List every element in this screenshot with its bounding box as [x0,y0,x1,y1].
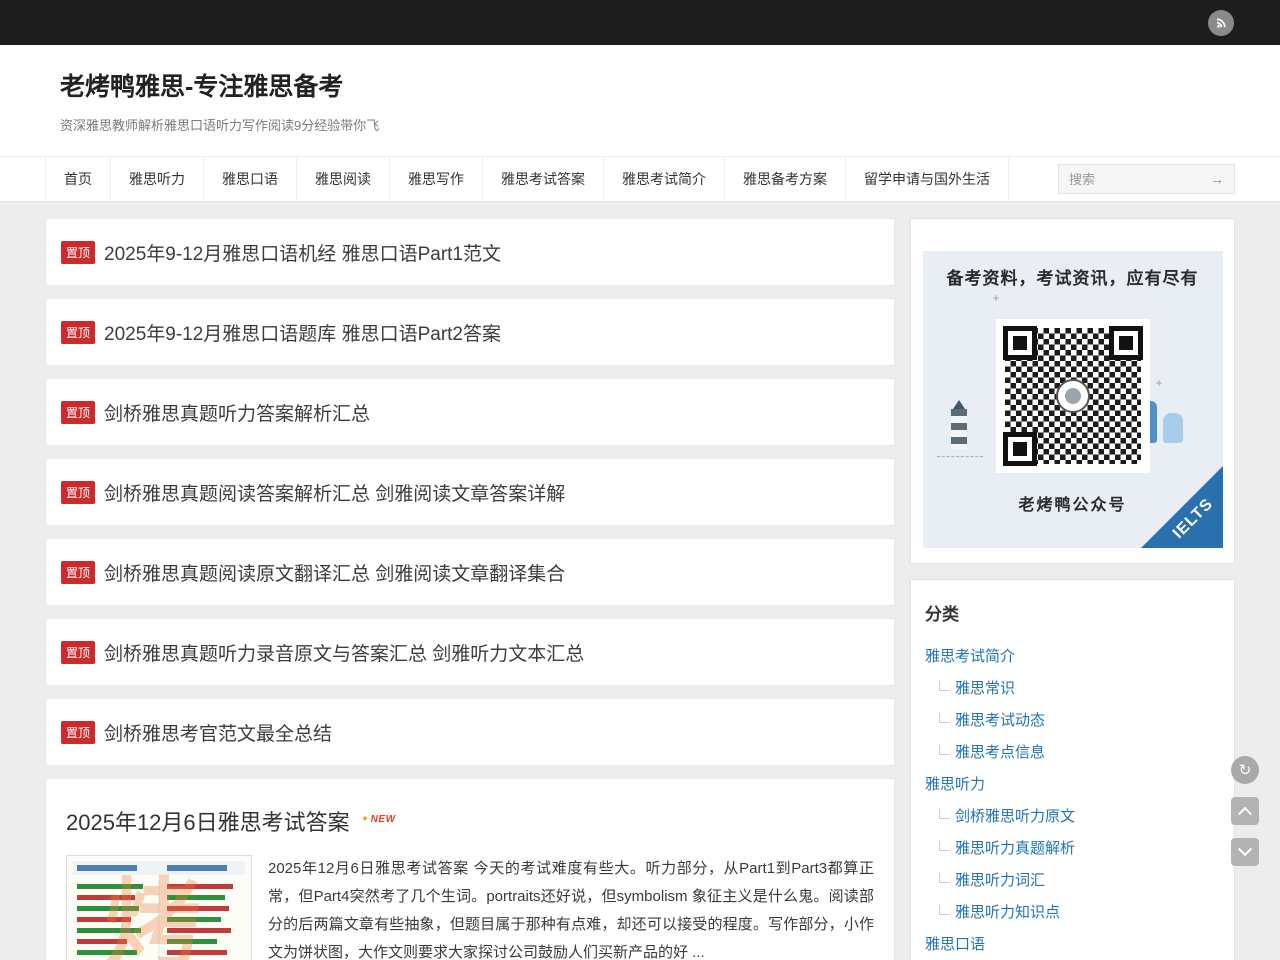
sparkle-decoration: + [1155,376,1162,390]
category-link[interactable]: 剑桥雅思听力原文 [955,801,1075,833]
nav-item-writing[interactable]: 雅思写作 [389,157,482,201]
main-navigation: 首页 雅思听力 雅思口语 雅思阅读 雅思写作 雅思考试答案 雅思考试简介 雅思备… [0,156,1280,202]
sticky-post-title[interactable]: 剑桥雅思真题听力答案解析汇总 [104,399,370,426]
category-link[interactable]: 雅思考试简介 [925,641,1015,673]
categories-widget: 分类 雅思考试简介 雅思常识 雅思考试动态 雅思考点信息 雅思听力 剑桥雅思听力… [910,579,1235,960]
scroll-down-icon[interactable] [1231,838,1259,866]
nav-item-answers[interactable]: 雅思考试答案 [482,157,603,201]
rss-icon[interactable] [1208,10,1234,36]
nav-item-listening[interactable]: 雅思听力 [110,157,203,201]
sticky-post-card: 置顶 剑桥雅思真题听力录音原文与答案汇总 剑雅听力文本汇总 [45,618,895,686]
main-column: 置顶 2025年9-12月雅思口语机经 雅思口语Part1范文 置顶 2025年… [45,218,895,960]
qr-center-logo [1056,379,1090,413]
nav-item-reading[interactable]: 雅思阅读 [296,157,389,201]
sticky-post-title[interactable]: 剑桥雅思真题听力录音原文与答案汇总 剑雅听力文本汇总 [104,639,584,666]
latest-post-card: 2025年12月6日雅思考试答案 NEW [45,778,895,960]
pinned-badge: 置顶 [61,721,95,744]
sticky-post-title[interactable]: 剑桥雅思真题阅读原文翻译汇总 剑雅阅读文章翻译集合 [104,559,565,586]
nav-item-plan[interactable]: 雅思备考方案 [724,157,845,201]
categories-list: 雅思考试简介 雅思常识 雅思考试动态 雅思考点信息 雅思听力 剑桥雅思听力原文 … [925,641,1220,960]
search-input[interactable] [1059,172,1200,187]
latest-post-title: 2025年12月6日雅思考试答案 NEW [66,805,874,837]
sticky-post-card: 置顶 剑桥雅思真题听力答案解析汇总 [45,378,895,446]
scroll-up-icon[interactable] [1231,797,1259,825]
category-link[interactable]: 雅思听力 [925,769,985,801]
category-link[interactable]: 雅思口语 [925,929,985,960]
category-link[interactable]: 雅思考试动态 [955,705,1045,737]
pinned-badge: 置顶 [61,561,95,584]
pinned-badge: 置顶 [61,241,95,264]
category-link[interactable]: 雅思考点信息 [955,737,1045,769]
promo-top-text: 备考资料，考试资讯，应有尽有 [923,251,1223,289]
new-badge: NEW [361,814,396,825]
site-title[interactable]: 老烤鸭雅思-专注雅思备考 [60,67,343,103]
sticky-post-title[interactable]: 剑桥雅思真题阅读答案解析汇总 剑雅阅读文章答案详解 [104,479,565,506]
post-excerpt: 2025年12月6日雅思考试答案 今天的考试难度有些大。听力部分，从Part1到… [268,855,874,960]
sticky-post-title[interactable]: 2025年9-12月雅思口语题库 雅思口语Part2答案 [104,319,501,346]
qr-code [996,319,1150,473]
sticky-post-card: 置顶 剑桥雅思真题阅读原文翻译汇总 剑雅阅读文章翻译集合 [45,538,895,606]
nav-item-speaking[interactable]: 雅思口语 [203,157,296,201]
sticky-post-card: 置顶 2025年9-12月雅思口语机经 雅思口语Part1范文 [45,218,895,286]
refresh-icon[interactable]: ↻ [1231,756,1259,784]
sticky-post-title[interactable]: 2025年9-12月雅思口语机经 雅思口语Part1范文 [104,239,501,266]
post-thumbnail[interactable]: 烤 [66,855,252,960]
categories-title: 分类 [925,600,1220,625]
category-link[interactable]: 雅思听力知识点 [955,897,1060,929]
category-link[interactable]: 雅思听力词汇 [955,865,1045,897]
pinned-badge: 置顶 [61,641,95,664]
category-link[interactable]: 雅思常识 [955,673,1015,705]
search-submit-arrow-icon[interactable]: → [1200,171,1234,187]
sidebar: 备考资料，考试资讯，应有尽有 + + 老烤鸭公众号 IELTS [910,218,1235,960]
latest-post-title-link[interactable]: 2025年12月6日雅思考试答案 [66,810,350,835]
wechat-promo-image: 备考资料，考试资讯，应有尽有 + + 老烤鸭公众号 IELTS [923,251,1223,548]
pinned-badge: 置顶 [61,321,95,344]
site-tagline: 资深雅思教师解析雅思口语听力写作阅读9分经验带你飞 [60,115,1220,134]
sticky-post-card: 置顶 剑桥雅思真题阅读答案解析汇总 剑雅阅读文章答案详解 [45,458,895,526]
sticky-post-card: 置顶 剑桥雅思考官范文最全总结 [45,698,895,766]
lighthouse-decoration [951,409,967,449]
promo-widget: 备考资料，考试资讯，应有尽有 + + 老烤鸭公众号 IELTS [910,218,1235,564]
sparkle-decoration: + [993,291,1000,305]
sticky-post-title[interactable]: 剑桥雅思考官范文最全总结 [104,719,332,746]
pinned-badge: 置顶 [61,481,95,504]
top-bar [0,0,1280,45]
search-form: → [1058,164,1235,194]
pinned-badge: 置顶 [61,401,95,424]
floating-scroll-buttons: ↻ [1231,756,1259,866]
nav-item-abroad[interactable]: 留学申请与国外生活 [845,157,1009,201]
site-header: 老烤鸭雅思-专注雅思备考 资深雅思教师解析雅思口语听力写作阅读9分经验带你飞 [0,45,1280,156]
nav-item-home[interactable]: 首页 [45,157,110,201]
sticky-post-card: 置顶 2025年9-12月雅思口语题库 雅思口语Part2答案 [45,298,895,366]
category-link[interactable]: 雅思听力真题解析 [955,833,1075,865]
nav-item-intro[interactable]: 雅思考试简介 [603,157,724,201]
